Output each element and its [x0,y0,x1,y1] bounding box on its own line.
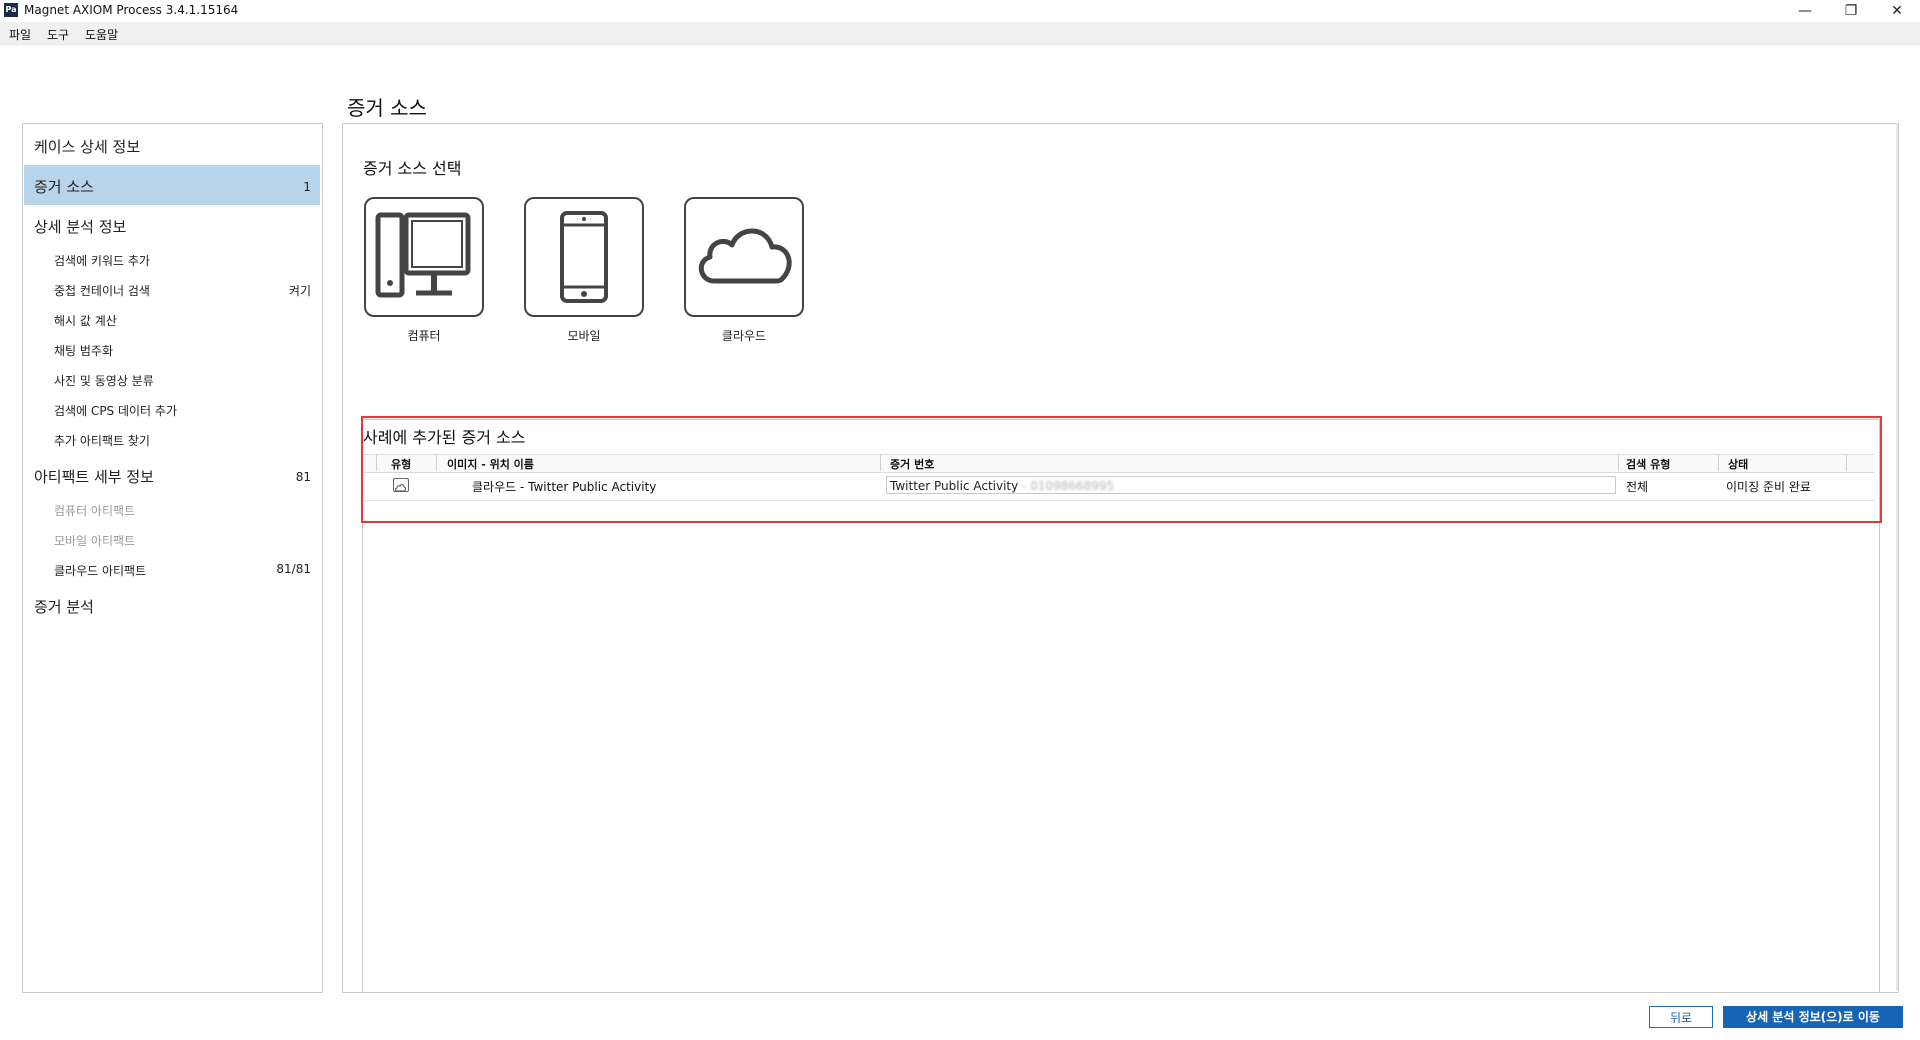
sidebar-item-keywords[interactable]: 검색에 키워드 추가 [54,252,150,269]
highlight-annotation [361,416,1882,523]
sidebar-item-artifact-details[interactable]: 아티팩트 세부 정보 [34,466,154,487]
sidebar-item-analyze-evidence[interactable]: 증거 분석 [34,596,94,617]
sidebar-item-cps-data[interactable]: 검색에 CPS 데이터 추가 [54,402,177,419]
cloud-tile[interactable] [684,197,804,317]
title-bar [0,0,1920,22]
sidebar-item-categorize-chats[interactable]: 채팅 범주화 [54,342,113,359]
sidebar-item-mobile-artifacts[interactable]: 모바일 아티팩트 [54,532,135,549]
sidebar-item-processing-details[interactable]: 상세 분석 정보 [34,216,126,237]
go-to-processing-details-button[interactable]: 상세 분석 정보(으)로 이동 [1723,1006,1903,1028]
sidebar-count-artifact-details: 81 [295,470,311,484]
sidebar-count-nested-containers: 켜기 [288,284,311,298]
minimize-button[interactable]: — [1782,0,1828,22]
mobile-icon [560,211,608,303]
sidebar-count-evidence-sources: 1 [303,180,311,194]
sidebar-item-find-more-artifacts[interactable]: 추가 아티팩트 찾기 [54,432,150,449]
main-panel-scrollbar[interactable] [1896,123,1898,991]
back-button[interactable]: 뒤로 [1649,1006,1713,1028]
menu-tools[interactable]: 도구 [47,26,69,43]
menu-bar [0,22,1920,45]
app-logo-icon: Pa [4,3,18,17]
mobile-tile[interactable] [524,197,644,317]
menu-help[interactable]: 도움말 [85,26,118,43]
window-title: Magnet AXIOM Process 3.4.1.15164 [24,3,239,17]
page-title: 증거 소스 [347,96,427,120]
select-section-title: 증거 소스 선택 [363,159,462,178]
cloud-icon [698,228,792,284]
restore-button[interactable]: ❐ [1828,0,1874,22]
mobile-tile-label: 모바일 [567,329,601,343]
computer-tile-label: 컴퓨터 [407,329,441,343]
sidebar-item-hash-values[interactable]: 해시 값 계산 [54,312,117,329]
sidebar-item-evidence-sources[interactable]: 증거 소스 [34,176,94,197]
sidebar-item-nested-containers[interactable]: 중첩 컨테이너 검색 [54,282,150,299]
menu-file[interactable]: 파일 [9,26,31,43]
sidebar-item-case-details[interactable]: 케이스 상세 정보 [34,136,140,157]
sidebar-item-computer-artifacts[interactable]: 컴퓨터 아티팩트 [54,502,135,519]
close-button[interactable]: ✕ [1874,0,1920,22]
cloud-tile-label: 클라우드 [721,329,767,343]
sidebar-count-cloud-artifacts: 81/81 [276,562,311,576]
computer-tile[interactable] [364,197,484,317]
sidebar-item-categorize-pictures[interactable]: 사진 및 동영상 분류 [54,372,154,389]
computer-icon [375,212,471,298]
sidebar-item-cloud-artifacts[interactable]: 클라우드 아티팩트 [54,562,146,579]
